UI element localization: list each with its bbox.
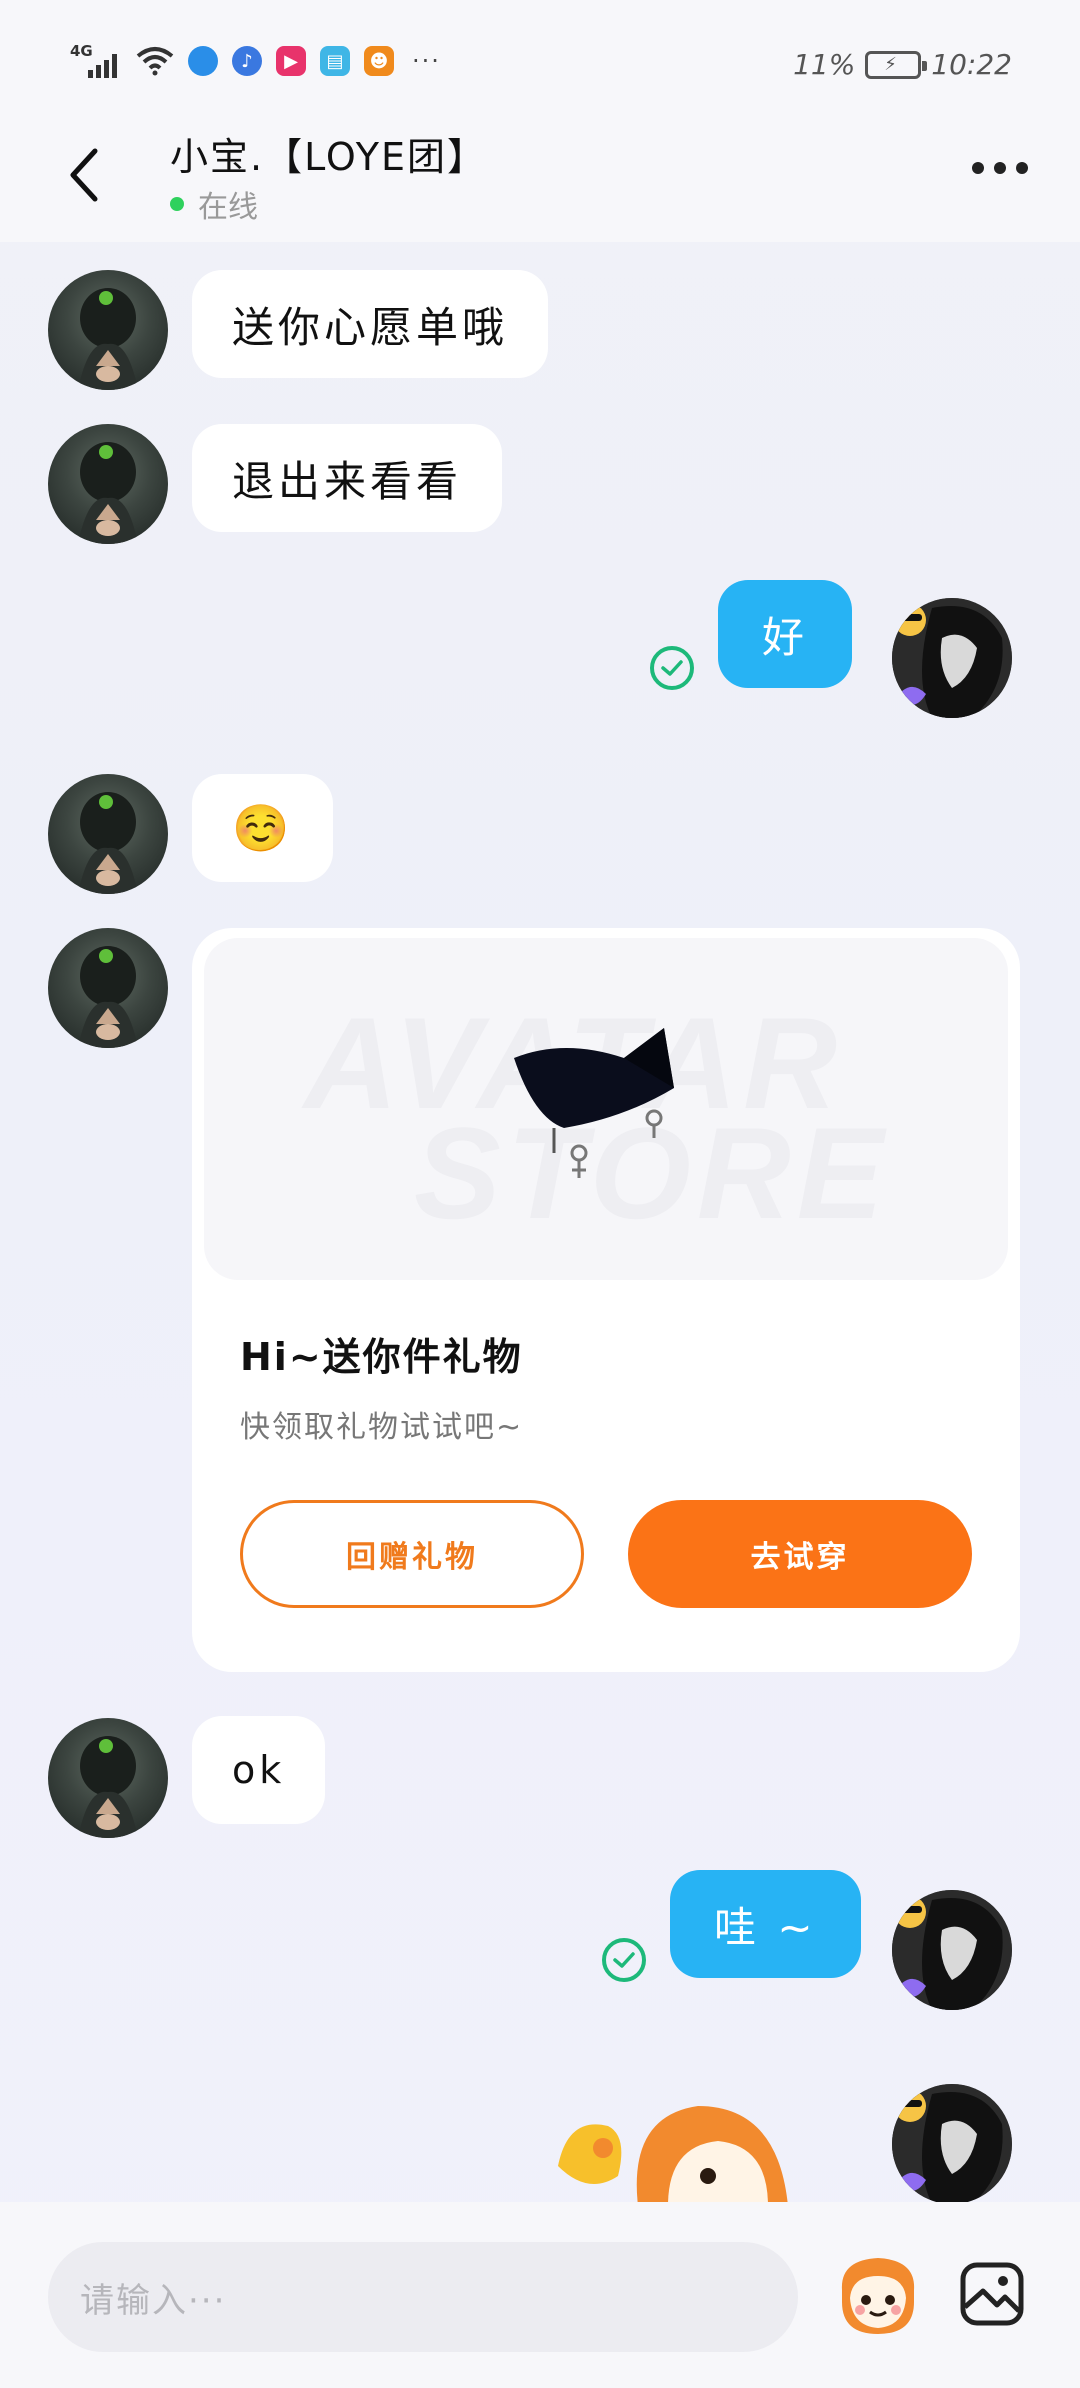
online-dot-icon: [170, 197, 184, 211]
chat-header: 小宝.【LOYE团】 在线: [0, 120, 1080, 242]
more-notifications-icon: ···: [412, 47, 441, 75]
sticker-button[interactable]: [830, 2246, 926, 2342]
gift-subtitle: 快领取礼物试试吧~: [240, 1410, 524, 1445]
contact-avatar[interactable]: [48, 1718, 168, 1838]
more-dot-icon: [972, 162, 984, 174]
music-app-icon: ♪: [232, 46, 262, 76]
read-check-icon: [602, 1938, 646, 1982]
status-bar: 4G ♪ ▶ ▤ ☻ ··· 11% ⚡ 10:22: [0, 0, 1080, 120]
image-picker-button[interactable]: [952, 2246, 1032, 2342]
my-avatar[interactable]: [892, 2084, 1012, 2202]
sticker-message[interactable]: [548, 2086, 808, 2202]
message-bubble[interactable]: 哇 ~: [670, 1870, 861, 1978]
contact-avatar[interactable]: [48, 270, 168, 390]
message-bubble[interactable]: 退出来看看: [192, 424, 503, 532]
chevron-left-icon: [70, 148, 98, 202]
my-avatar-image: [892, 598, 1012, 718]
my-avatar[interactable]: [892, 1890, 1012, 2010]
gift-card[interactable]: AVATAR STORE Hi~送你件礼物 快领取礼物试试吧~ 回赠礼物 去试穿: [192, 928, 1020, 1672]
contact-avatar-image: [78, 442, 138, 544]
clock: 10:22: [931, 48, 1012, 81]
try-on-button[interactable]: 去试穿: [628, 1500, 972, 1608]
contact-avatar-image: [78, 288, 138, 390]
status-bar-left: 4G ♪ ▶ ▤ ☻ ···: [70, 42, 441, 78]
gift-preview[interactable]: AVATAR STORE: [204, 938, 1008, 1280]
contact-avatar-image: [78, 946, 138, 1048]
input-bar: 请输入···: [0, 2202, 1080, 2388]
contact-avatar[interactable]: [48, 928, 168, 1048]
message-bubble[interactable]: 送你心愿单哦: [192, 270, 549, 378]
video-app-icon: ▶: [276, 46, 306, 76]
contact-name[interactable]: 小宝.【LOYE团】: [170, 126, 487, 181]
online-status: 在线: [170, 182, 258, 226]
contact-avatar-image: [78, 1736, 138, 1838]
choker-item-image: [514, 1028, 674, 1178]
gift-title: Hi~送你件礼物: [240, 1335, 523, 1379]
online-status-label: 在线: [198, 190, 258, 225]
status-bar-right: 11% ⚡ 10:22: [793, 48, 1012, 81]
more-options-button[interactable]: [972, 162, 1028, 174]
return-gift-button[interactable]: 回赠礼物: [240, 1500, 584, 1608]
message-list[interactable]: 送你心愿单哦 退出来看看 好 ☺️ STORE Hi~送你件礼物 快领取礼物试试…: [0, 242, 1080, 2202]
reader-app-icon: ▤: [320, 46, 350, 76]
cellular-signal-icon: 4G: [70, 42, 122, 78]
browser-app-icon: [188, 46, 218, 76]
more-dot-icon: [994, 162, 1006, 174]
image-icon: [960, 2262, 1024, 2326]
contact-avatar-image: [78, 792, 138, 894]
emoji-message-bubble[interactable]: ☺️: [192, 774, 334, 882]
battery-percent: 11%: [793, 48, 856, 81]
back-button[interactable]: [58, 140, 108, 210]
contact-avatar[interactable]: [48, 774, 168, 894]
my-avatar-image: [892, 1890, 1012, 2010]
my-avatar[interactable]: [892, 598, 1012, 718]
read-check-icon: [650, 646, 694, 690]
message-input[interactable]: 请输入···: [48, 2242, 798, 2352]
my-avatar-image: [892, 2084, 1012, 2202]
more-dot-icon: [1016, 162, 1028, 174]
battery-charging-icon: ⚡: [865, 50, 928, 79]
contact-avatar[interactable]: [48, 424, 168, 544]
game-app-icon: ☻: [364, 46, 394, 76]
message-bubble[interactable]: ok: [192, 1716, 326, 1824]
wifi-icon: [136, 47, 174, 76]
message-bubble[interactable]: 好: [718, 580, 853, 688]
